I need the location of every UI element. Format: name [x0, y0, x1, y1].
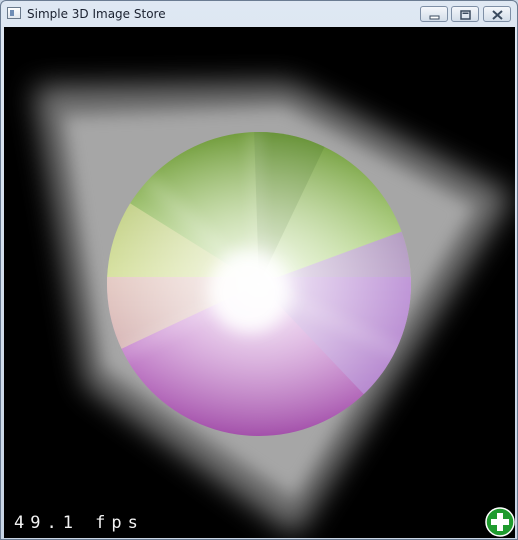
minimize-button[interactable] [420, 6, 448, 22]
add-button[interactable] [485, 507, 515, 537]
app-icon[interactable] [7, 7, 21, 19]
close-button[interactable] [483, 6, 511, 22]
app-window: Simple 3D Image Store 49.1 fps [0, 0, 518, 540]
fps-counter: 49.1 fps [14, 513, 144, 533]
window-title: Simple 3D Image Store [27, 7, 166, 21]
maximize-button[interactable] [451, 6, 479, 22]
add-icon [485, 507, 515, 537]
close-icon [492, 10, 503, 20]
maximize-icon [460, 10, 471, 20]
3d-viewport[interactable]: 49.1 fps [4, 27, 515, 538]
title-bar[interactable]: Simple 3D Image Store [1, 1, 517, 27]
rendered-scene [34, 83, 512, 535]
minimize-icon [429, 15, 440, 20]
